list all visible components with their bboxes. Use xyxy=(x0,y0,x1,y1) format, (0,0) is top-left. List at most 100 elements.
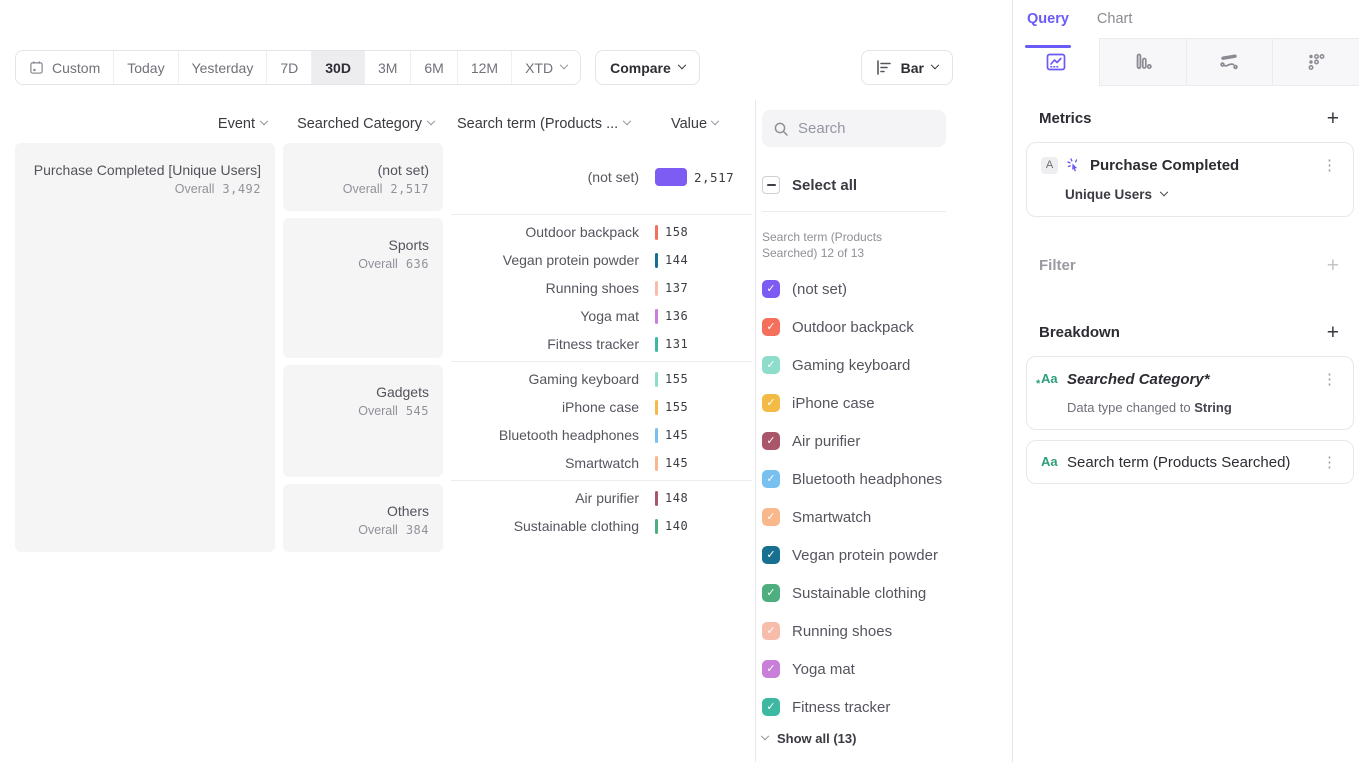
checkbox-checked[interactable]: ✓ xyxy=(762,508,780,526)
overall-value: 2,517 xyxy=(390,182,429,196)
overall-value: 3,492 xyxy=(222,182,261,196)
tab-funnels[interactable] xyxy=(1099,38,1186,85)
value-bar[interactable] xyxy=(655,428,658,443)
value-bar[interactable] xyxy=(655,519,658,534)
overall-value: 636 xyxy=(406,257,429,271)
kebab-menu-icon[interactable]: ⋮ xyxy=(1318,453,1341,471)
term-label: Smartwatch xyxy=(451,455,639,471)
range-12m-button[interactable]: 12M xyxy=(457,51,511,84)
term-label: iPhone case xyxy=(451,399,639,415)
tab-chart[interactable]: Chart xyxy=(1097,10,1132,38)
kebab-menu-icon[interactable]: ⋮ xyxy=(1318,370,1341,388)
value-bar[interactable] xyxy=(655,281,658,296)
add-breakdown-button[interactable]: + xyxy=(1327,322,1339,343)
category-card-list: (not set) Overall 2,517 Sports Overall 6 xyxy=(283,143,443,552)
category-card[interactable]: Gadgets Overall 545 xyxy=(283,365,443,477)
metric-title: Purchase Completed xyxy=(1090,157,1239,174)
legend-item-label: Air purifier xyxy=(792,433,860,450)
range-today-button[interactable]: Today xyxy=(113,51,177,84)
range-7d-button[interactable]: 7D xyxy=(266,51,311,84)
checkbox-checked[interactable]: ✓ xyxy=(762,394,780,412)
select-all-row[interactable]: Select all xyxy=(762,176,946,194)
checkbox-checked[interactable]: ✓ xyxy=(762,698,780,716)
value-bar[interactable] xyxy=(655,456,658,471)
legend-item-label: (not set) xyxy=(792,281,847,298)
value-column-header[interactable]: Value xyxy=(671,105,718,143)
breakdown-card-term[interactable]: Aa Search term (Products Searched) ⋮ xyxy=(1026,440,1354,484)
value-bar[interactable] xyxy=(655,309,658,324)
term-row-list: (not set) 2,517 Outdoor backpack 158 Veg xyxy=(451,143,752,540)
indeterminate-checkbox[interactable] xyxy=(762,176,780,194)
legend-item[interactable]: ✓ (not set) xyxy=(762,270,946,308)
range-yesterday-button[interactable]: Yesterday xyxy=(178,51,267,84)
legend-item[interactable]: ✓ Outdoor backpack xyxy=(762,308,946,346)
search-input[interactable] xyxy=(798,120,928,137)
category-card[interactable]: Others Overall 384 xyxy=(283,484,443,552)
legend-item[interactable]: ✓ Vegan protein powder xyxy=(762,536,946,574)
legend-item-label: Yoga mat xyxy=(792,661,855,678)
legend-item[interactable]: ✓ Air purifier xyxy=(762,422,946,460)
category-card[interactable]: (not set) Overall 2,517 xyxy=(283,143,443,211)
value-bar[interactable] xyxy=(655,253,658,268)
checkbox-checked[interactable]: ✓ xyxy=(762,584,780,602)
tab-query[interactable]: Query xyxy=(1027,10,1069,38)
legend-item[interactable]: ✓ Yoga mat xyxy=(762,650,946,688)
category-column-header[interactable]: Searched Category xyxy=(283,105,443,143)
overall-label: Overall xyxy=(343,182,383,196)
legend-item[interactable]: ✓ Running shoes xyxy=(762,612,946,650)
legend-item[interactable]: ✓ Sustainable clothing xyxy=(762,574,946,612)
breakdown-title: Searched Category* xyxy=(1067,371,1210,388)
legend-search[interactable] xyxy=(762,110,946,147)
value-bar[interactable] xyxy=(655,372,658,387)
tab-retention[interactable] xyxy=(1272,38,1359,85)
kebab-menu-icon[interactable]: ⋮ xyxy=(1318,156,1341,174)
range-3m-button[interactable]: 3M xyxy=(364,51,410,84)
tab-flows[interactable] xyxy=(1186,38,1273,85)
range-label: XTD xyxy=(525,60,553,76)
event-card[interactable]: Purchase Completed [Unique Users] Overal… xyxy=(15,143,275,552)
legend-item[interactable]: ✓ Gaming keyboard xyxy=(762,346,946,384)
add-metric-button[interactable]: + xyxy=(1327,108,1339,129)
show-all-link[interactable]: Show all (13) xyxy=(762,731,946,746)
event-column-header[interactable]: Event xyxy=(15,105,275,143)
range-30d-button[interactable]: 30D xyxy=(311,51,364,84)
legend-item[interactable]: ✓ Bluetooth headphones xyxy=(762,460,946,498)
value-bar[interactable] xyxy=(655,491,658,506)
check-icon: ✓ xyxy=(766,474,775,485)
overall-label: Overall xyxy=(358,257,398,271)
add-filter-button[interactable]: + xyxy=(1327,255,1339,276)
measure-selector[interactable]: Unique Users xyxy=(1065,187,1341,202)
chevron-down-icon xyxy=(623,117,631,125)
checkbox-checked[interactable]: ✓ xyxy=(762,470,780,488)
checkbox-checked[interactable]: ✓ xyxy=(762,432,780,450)
range-6m-button[interactable]: 6M xyxy=(410,51,456,84)
term-row: Yoga mat 136 xyxy=(451,302,752,330)
range-xtd-button[interactable]: XTD xyxy=(511,51,580,84)
compare-label: Compare xyxy=(610,60,671,76)
value-bar[interactable] xyxy=(655,337,658,352)
checkbox-checked[interactable]: ✓ xyxy=(762,622,780,640)
term-label: Yoga mat xyxy=(451,308,639,324)
checkbox-checked[interactable]: ✓ xyxy=(762,318,780,336)
checkbox-checked[interactable]: ✓ xyxy=(762,280,780,298)
chart-type-dropdown[interactable]: Bar xyxy=(861,50,953,85)
legend-item[interactable]: ✓ iPhone case xyxy=(762,384,946,422)
legend-item[interactable]: ✓ Fitness tracker xyxy=(762,688,946,726)
legend-item-label: Outdoor backpack xyxy=(792,319,914,336)
aa-glyph: Aa xyxy=(1041,371,1058,386)
value-bar[interactable] xyxy=(655,225,658,240)
compare-button[interactable]: Compare xyxy=(595,50,700,85)
checkbox-checked[interactable]: ✓ xyxy=(762,660,780,678)
legend-item[interactable]: ✓ Smartwatch xyxy=(762,498,946,536)
panel-divider xyxy=(755,100,756,762)
aa-glyph: Aa xyxy=(1041,454,1058,469)
metric-card[interactable]: A Purchase Completed ⋮ Unique Users xyxy=(1026,142,1354,217)
checkbox-checked[interactable]: ✓ xyxy=(762,356,780,374)
category-card[interactable]: Sports Overall 636 xyxy=(283,218,443,358)
breakdown-card-category[interactable]: Aa* Searched Category* ⋮ Data type chang… xyxy=(1026,356,1354,430)
value-bar[interactable] xyxy=(655,400,658,415)
value-bar[interactable] xyxy=(655,168,687,186)
range-custom-button[interactable]: Custom xyxy=(16,51,113,84)
range-label: 7D xyxy=(280,60,298,76)
checkbox-checked[interactable]: ✓ xyxy=(762,546,780,564)
